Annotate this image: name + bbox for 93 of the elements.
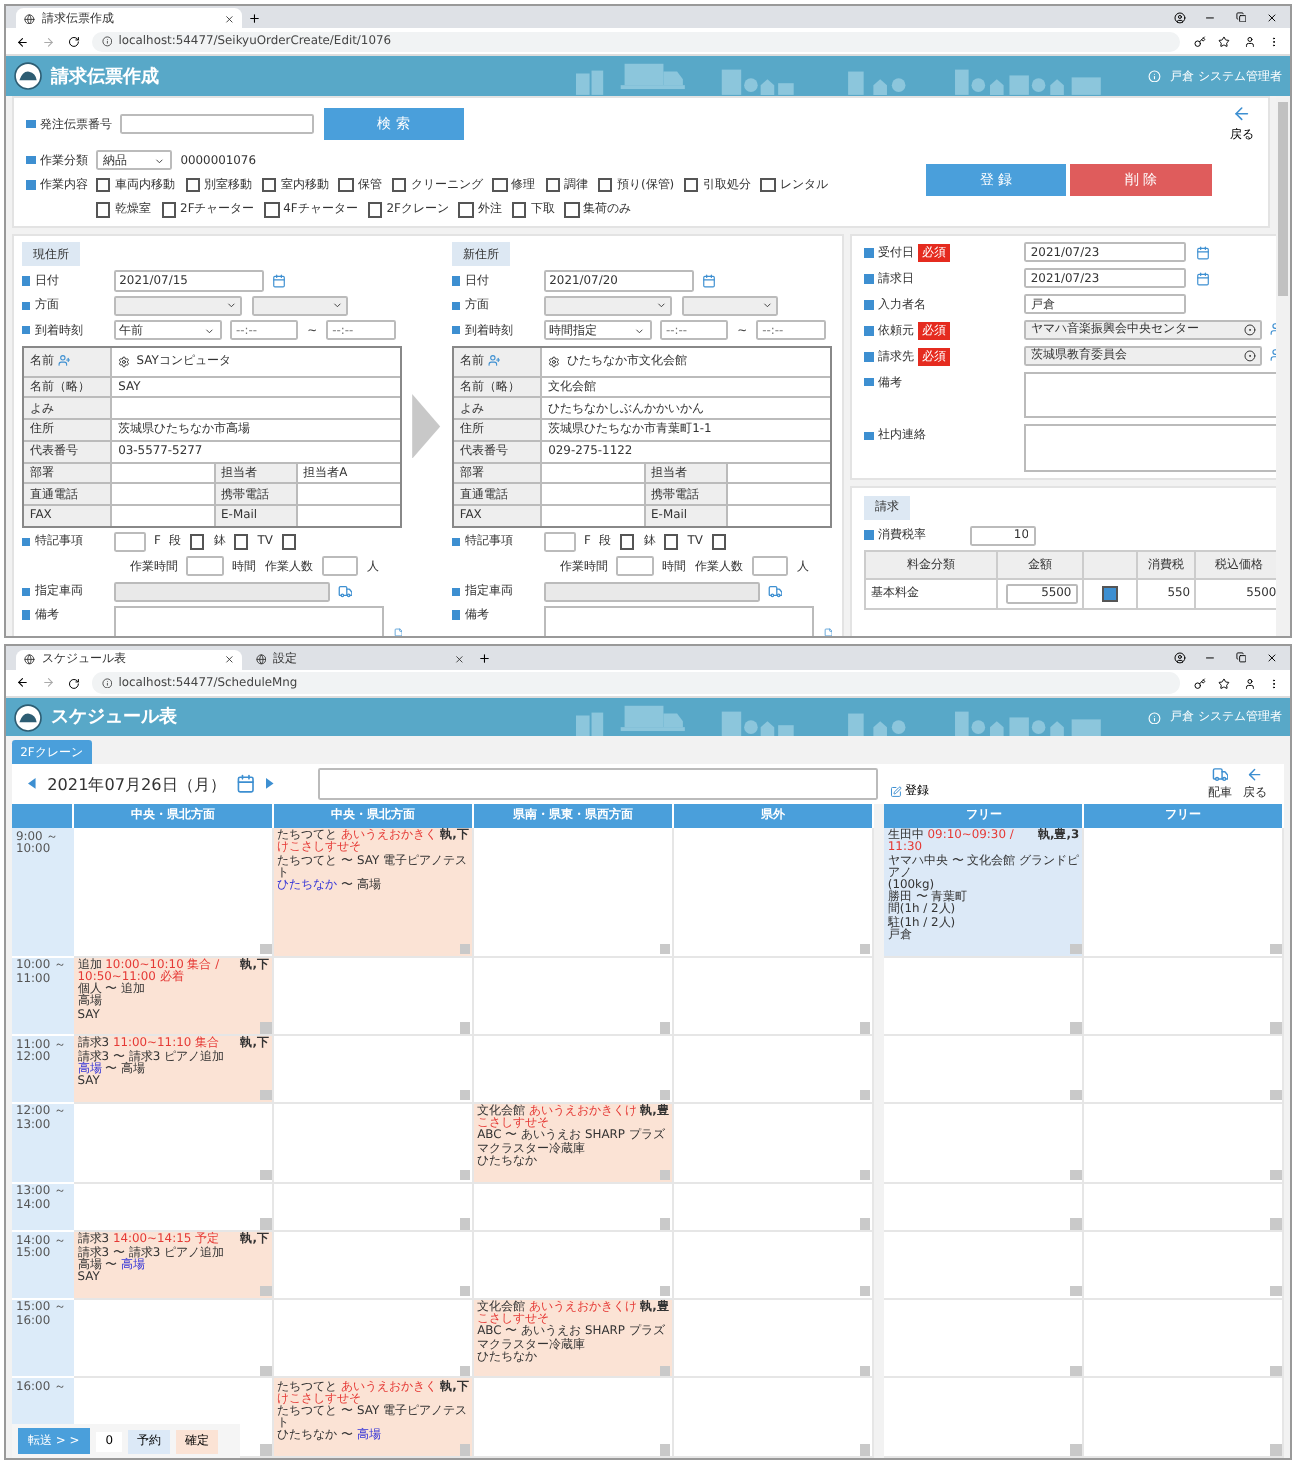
add-slot-button[interactable] [859,1169,871,1180]
add-slot-button[interactable] [660,1022,671,1034]
add-slot-button[interactable] [1070,943,1082,955]
add-slot-button[interactable] [859,1285,871,1297]
checkbox[interactable] [564,202,580,217]
next-day-icon[interactable] [266,778,275,790]
add-slot-button[interactable] [1270,943,1282,955]
checkbox[interactable] [281,534,297,550]
floor-field[interactable] [113,531,146,553]
logo-icon [13,62,42,91]
add-slot-button[interactable] [460,1022,471,1034]
hours-field[interactable] [186,556,224,577]
add-slot-button[interactable] [1070,1089,1082,1101]
add-slot-button[interactable] [260,943,272,955]
add-slot-button[interactable] [859,943,871,955]
add-slot-button[interactable] [859,1218,871,1230]
people-field[interactable] [321,556,359,577]
add-slot-button[interactable] [859,1444,871,1456]
vehicle-field[interactable] [113,581,329,602]
chevron-arrow-icon [409,393,442,458]
direction-select[interactable] [681,295,779,317]
hours-field[interactable] [616,556,654,577]
current-date: 2021年07月26日（月） [47,773,226,796]
checkbox[interactable] [711,534,727,550]
page-title: スケジュール表 [50,704,177,731]
checkbox[interactable] [190,534,205,550]
checkbox[interactable] [264,202,279,217]
back-arrow-icon [1232,104,1252,124]
checkbox[interactable] [760,177,776,193]
checkbox[interactable] [261,177,277,193]
add-slot-button[interactable] [1070,1365,1082,1376]
checkbox[interactable] [545,177,560,193]
remarks-field[interactable] [113,606,385,636]
previous-day-icon[interactable] [28,778,37,790]
checkbox[interactable] [234,534,249,550]
order-number-field[interactable] [120,113,315,135]
add-slot-button[interactable] [660,1365,671,1376]
checkbox[interactable] [185,177,200,193]
checkbox[interactable] [338,177,354,193]
truck-icon[interactable] [1211,765,1229,784]
checkbox[interactable] [511,202,527,217]
remarks-field[interactable] [543,606,815,636]
add-slot-button[interactable] [1270,1285,1282,1297]
add-slot-button[interactable] [660,1089,671,1101]
add-slot-button[interactable] [859,1365,871,1376]
checkbox[interactable] [492,177,508,193]
add-slot-button[interactable] [859,1089,871,1101]
page-title: 請求伝票作成 [50,63,159,90]
add-slot-button[interactable] [260,1285,272,1297]
direction-select[interactable] [251,295,349,317]
add-slot-button[interactable] [460,1218,471,1230]
back-arrow-icon[interactable] [1246,765,1264,784]
checkbox[interactable] [597,177,613,193]
add-slot-button[interactable] [1070,1169,1082,1180]
checkbox[interactable] [391,177,407,193]
memo-field[interactable] [317,768,879,800]
checkbox[interactable] [161,202,176,217]
add-slot-button[interactable] [859,1022,871,1034]
add-slot-button[interactable] [460,1089,471,1101]
add-slot-button[interactable] [660,1169,671,1180]
direction-select[interactable] [113,295,243,317]
add-slot-button[interactable] [660,1285,671,1297]
floor-field[interactable] [543,531,576,553]
memo-field[interactable] [1024,424,1276,472]
add-slot-button[interactable] [1270,1169,1282,1180]
add-slot-button[interactable] [660,943,671,955]
checkbox[interactable] [683,177,699,193]
add-slot-button[interactable] [260,1089,272,1101]
add-slot-button[interactable] [1270,1089,1282,1101]
add-slot-button[interactable] [460,1444,471,1456]
checkbox[interactable] [96,177,111,193]
add-slot-button[interactable] [460,1365,471,1376]
add-slot-button[interactable] [460,1285,471,1297]
memo-field[interactable] [1024,371,1276,419]
checkbox[interactable] [96,202,111,217]
vehicle-field[interactable] [543,581,759,602]
checkbox[interactable] [458,202,474,217]
add-slot-button[interactable] [460,1169,471,1180]
direction-select[interactable] [543,295,673,317]
add-slot-button[interactable] [260,1169,272,1180]
checkbox[interactable] [367,202,383,217]
logo-icon [13,703,42,732]
add-slot-button[interactable] [1270,1365,1282,1376]
add-slot-button[interactable] [1070,1285,1082,1297]
checkbox[interactable] [664,534,679,550]
add-slot-button[interactable] [660,1444,671,1456]
add-slot-button[interactable] [260,1365,272,1376]
checkbox[interactable] [1102,586,1118,602]
checkbox[interactable] [620,534,635,550]
add-slot-button[interactable] [660,1218,671,1230]
calendar-icon[interactable] [236,774,256,794]
people-field[interactable] [751,556,789,577]
add-slot-button[interactable] [460,943,471,955]
